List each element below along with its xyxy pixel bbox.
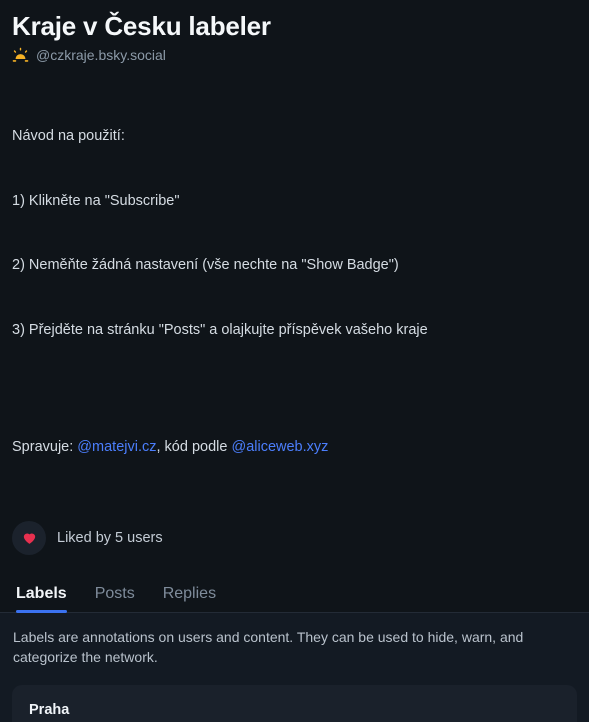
labels-description: Labels are annotations on users and cont… (13, 628, 524, 665)
description-line: 3) Přejděte na stránku "Posts" a olajkuj… (12, 321, 428, 338)
credit-prefix: Spravuje: (12, 439, 78, 455)
tab-posts[interactable]: Posts (81, 584, 149, 612)
description-spacer (12, 384, 577, 394)
profile-header: Kraje v Česku labeler @czkraje.bsky.soci… (0, 0, 589, 577)
tab-replies[interactable]: Replies (149, 584, 230, 612)
like-button[interactable] (12, 520, 46, 555)
handle-row: @czkraje.bsky.social (12, 45, 577, 65)
description-line: 2) Neměňte žádná nastavení (vše nechte n… (12, 257, 399, 273)
tab-bar: Labels Posts Replies (0, 576, 589, 613)
sun-icon (12, 47, 29, 62)
credit-line: Spravuje: @matejvi.cz, kód podle @alicew… (12, 437, 577, 459)
code-author-link[interactable]: @aliceweb.xyz (231, 439, 328, 455)
label-name: Praha (29, 701, 70, 718)
maintainer-link[interactable]: @matejvi.cz (77, 439, 156, 455)
profile-handle: @czkraje.bsky.social (36, 46, 166, 63)
liked-by-row: Liked by 5 users (12, 520, 577, 555)
heart-icon (23, 533, 35, 544)
labeler-page: Kraje v Česku labeler @czkraje.bsky.soci… (0, 0, 589, 722)
list-item: Praha Hl. m. Praha Off Show badge Hide (12, 685, 577, 722)
page-title: Kraje v Česku labeler (12, 11, 271, 41)
tab-labels[interactable]: Labels (12, 584, 81, 613)
profile-description: Návod na použití: 1) Klikněte na "Subscr… (12, 83, 577, 502)
description-line: Návod na použití: (12, 128, 125, 144)
credit-middle: , kód podle (156, 439, 232, 455)
liked-by-label: Liked by 5 users (57, 529, 163, 546)
labels-list: Praha Hl. m. Praha Off Show badge Hide S… (12, 684, 577, 722)
description-line: 1) Klikněte na "Subscribe" (12, 192, 180, 209)
labels-panel: Labels are annotations on users and cont… (0, 612, 589, 722)
